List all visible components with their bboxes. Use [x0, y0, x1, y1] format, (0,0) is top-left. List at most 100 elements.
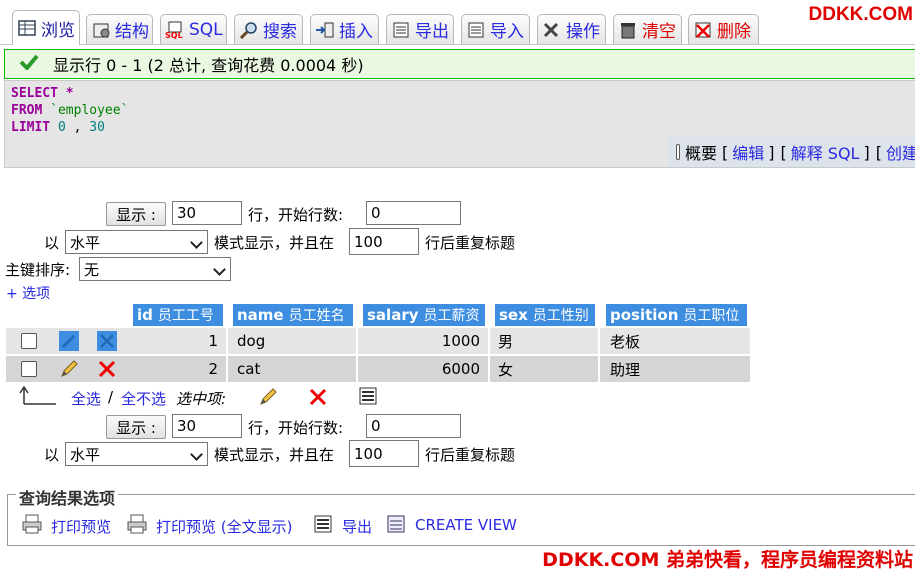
insert-icon: [315, 21, 335, 39]
options-link[interactable]: + 选项: [6, 283, 50, 303]
bulk-delete-icon[interactable]: [307, 386, 329, 412]
tab-empty[interactable]: 清空: [613, 14, 682, 44]
export-icon: [313, 514, 333, 538]
chevron-down-icon: [190, 448, 203, 461]
profile-checkbox[interactable]: [676, 144, 680, 160]
cell-name: dog: [228, 328, 358, 354]
delete-row-icon[interactable]: [96, 356, 118, 382]
trash-icon: [618, 21, 638, 39]
rows-input[interactable]: 30: [172, 201, 242, 225]
edit-icon[interactable]: [58, 328, 80, 354]
tab-label: 插入: [339, 22, 373, 42]
bracket: ]: [863, 142, 870, 162]
mode-label: 模式显示，并且在: [214, 234, 335, 252]
tab-browse[interactable]: 浏览: [12, 10, 80, 45]
sql-comma: ,: [73, 120, 82, 135]
row-checkbox[interactable]: [21, 356, 37, 382]
show-button[interactable]: 显示 :: [106, 415, 166, 439]
tab-insert[interactable]: 插入: [310, 14, 379, 44]
cell-salary: 1000: [358, 328, 490, 354]
success-message: 显示行 0 - 1 (2 总计, 查询花费 0.0004 秒): [4, 49, 915, 79]
cell-name: cat: [228, 356, 358, 382]
tab-sql[interactable]: SQL SQL: [160, 14, 227, 44]
query-results-legend: 查询结果选项: [16, 485, 119, 509]
uncheck-all-link[interactable]: 全不选: [121, 388, 166, 409]
column-header-id[interactable]: id 员工工号: [133, 304, 223, 326]
tab-label: 导入: [490, 22, 524, 42]
tab-bar-divider: [0, 44, 915, 45]
cell-id: 2: [126, 356, 228, 382]
rows-input[interactable]: 30: [172, 414, 242, 438]
column-comment: 员工性别: [532, 308, 589, 324]
tab-structure[interactable]: 结构: [86, 14, 153, 44]
tab-label: SQL: [189, 19, 223, 40]
table-icon: [17, 19, 37, 37]
display-mode-select[interactable]: 水平: [65, 442, 208, 466]
primary-key-sort-select[interactable]: 无: [79, 257, 231, 281]
bulk-export-icon[interactable]: [358, 386, 378, 410]
repeat-header-input[interactable]: 100: [349, 228, 419, 255]
start-row-input[interactable]: 0: [366, 201, 461, 225]
sql-code: SELECT * FROM `employee` LIMIT 0 , 30: [11, 85, 128, 136]
wrench-icon: [542, 21, 562, 39]
display-mode-select[interactable]: 水平: [65, 230, 208, 254]
repeat-label: 行后重复标题: [425, 446, 516, 464]
in-label: 以: [44, 234, 60, 252]
column-key: sex: [499, 306, 528, 324]
tab-label: 删除: [717, 22, 751, 42]
tab-label: 浏览: [41, 20, 75, 41]
cell-salary: 6000: [358, 356, 490, 382]
sql-keyword: FROM: [11, 103, 43, 118]
tab-label: 清空: [642, 22, 676, 42]
tab-operations[interactable]: 操作: [537, 14, 606, 44]
bulk-edit-icon[interactable]: [257, 386, 279, 412]
sort-label: 主键排序:: [5, 261, 71, 279]
tab-label: 导出: [415, 22, 449, 42]
export-link[interactable]: 导出: [342, 516, 372, 537]
column-header-position[interactable]: position 员工职位: [606, 304, 747, 326]
cell-sex: 男: [490, 328, 600, 354]
sql-query-box: SELECT * FROM `employee` LIMIT 0 , 30 概要…: [4, 80, 915, 168]
check-all-link[interactable]: 全选: [71, 388, 101, 409]
cell-position: 老板: [610, 332, 641, 351]
column-header-salary[interactable]: salary 员工薪资: [363, 304, 485, 326]
table-row: 2 cat 6000 女 助理: [6, 356, 750, 382]
print-view-link[interactable]: 打印预览: [51, 516, 111, 537]
start-row-input[interactable]: 0: [366, 414, 461, 438]
tab-import[interactable]: 导入: [461, 14, 530, 44]
show-button[interactable]: 显示 :: [106, 202, 166, 226]
create-view-icon: [386, 514, 406, 538]
tab-search[interactable]: 搜索: [234, 14, 303, 44]
column-key: position: [610, 306, 679, 324]
delete-icon: [693, 21, 713, 39]
with-selected-label: 选中项:: [176, 390, 227, 408]
brand-watermark: DDKK.COM: [808, 4, 914, 25]
bracket: [: [875, 142, 882, 162]
create-view-link[interactable]: CREATE VIEW: [415, 516, 517, 534]
tab-drop[interactable]: 删除: [688, 14, 759, 44]
search-icon: [239, 21, 259, 39]
row-checkbox[interactable]: [21, 328, 37, 354]
explain-sql-link[interactable]: 解释 SQL: [791, 140, 860, 164]
bracket: [: [721, 142, 729, 162]
delete-row-icon[interactable]: [96, 328, 118, 354]
column-key: id: [137, 306, 153, 324]
print-icon: [21, 514, 43, 538]
sql-star: *: [65, 86, 74, 101]
rows-label: 行，开始行数:: [248, 419, 344, 437]
tab-label: 结构: [115, 22, 149, 42]
import-icon: [466, 21, 486, 39]
create-php-code-link[interactable]: 创建: [886, 140, 915, 164]
column-header-sex[interactable]: sex 员工性别: [495, 304, 595, 326]
mode-label: 模式显示，并且在: [214, 446, 335, 464]
sql-number: 30: [89, 120, 105, 135]
tab-export[interactable]: 导出: [386, 14, 454, 44]
repeat-label: 行后重复标题: [425, 234, 516, 252]
cell-position: 助理: [610, 360, 641, 379]
edit-icon[interactable]: [58, 356, 80, 382]
column-header-name[interactable]: name 员工姓名: [233, 304, 353, 326]
export-icon: [391, 21, 411, 39]
print-view-full-link[interactable]: 打印预览 (全文显示): [156, 516, 292, 537]
edit-link[interactable]: 编辑: [732, 140, 764, 164]
repeat-header-input[interactable]: 100: [349, 440, 419, 467]
